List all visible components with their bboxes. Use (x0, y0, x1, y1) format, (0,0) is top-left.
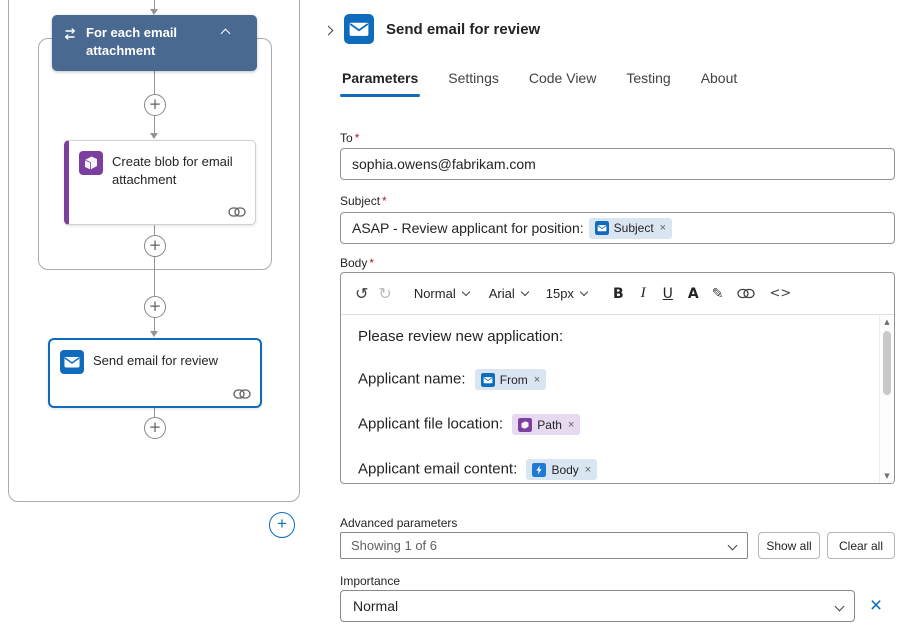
connector-line (154, 408, 155, 417)
body-line: Applicant email content: Body × (358, 459, 864, 480)
remove-importance-button[interactable]: × (864, 595, 888, 619)
collapse-chevron-icon[interactable] (221, 29, 231, 39)
connector-line (154, 71, 155, 94)
insert-step-button[interactable]: + (144, 235, 166, 257)
add-action-button[interactable]: + (269, 512, 295, 538)
power-automate-designer: For each email attachment + Create blob … (0, 0, 900, 630)
create-blob-card[interactable]: Create blob for email attachment (64, 140, 256, 225)
insert-step-button[interactable]: + (144, 417, 166, 439)
remove-token-icon[interactable]: × (568, 419, 574, 431)
tab-settings[interactable]: Settings (446, 66, 501, 97)
subject-text: ASAP - Review applicant for position: (352, 220, 584, 236)
body-line: Applicant name: From × (358, 369, 864, 390)
send-email-card[interactable]: Send email for review (48, 338, 262, 408)
token-label: From (500, 373, 528, 387)
for-each-card-title: For each email attachment (86, 24, 216, 60)
connection-link-icon (228, 207, 246, 217)
rich-text-toolbar: ↺ ↻ Normal Arial 15px B I U A ✎ (341, 273, 894, 315)
connector-line (154, 318, 155, 332)
panel-title: Send email for review (386, 21, 540, 38)
subject-token[interactable]: Subject × (589, 218, 672, 239)
blob-storage-icon (518, 418, 532, 432)
font-family-dropdown[interactable]: Arial (489, 286, 528, 301)
create-blob-card-title: Create blob for email attachment (112, 151, 245, 189)
to-input[interactable] (340, 148, 895, 180)
outlook-icon (595, 221, 609, 235)
chevron-down-icon (728, 541, 738, 551)
token-label: Subject (614, 221, 654, 235)
chevron-down-icon (835, 601, 845, 611)
scrollbar-thumb[interactable] (883, 331, 891, 395)
required-asterisk: * (382, 194, 387, 208)
tab-code-view[interactable]: Code View (527, 66, 598, 97)
action-details-panel: Send email for review Parameters Setting… (310, 0, 900, 630)
path-token[interactable]: Path × (512, 414, 580, 435)
importance-label: Importance (340, 574, 400, 588)
outlook-icon (481, 373, 495, 387)
code-view-button[interactable]: <> (769, 286, 791, 301)
for-each-card[interactable]: For each email attachment (52, 15, 257, 71)
from-token[interactable]: From × (475, 369, 546, 390)
body-editor-content[interactable]: Please review new application: Applicant… (341, 315, 894, 484)
body-line: Applicant file location: Path × (358, 414, 864, 435)
remove-token-icon[interactable]: × (660, 222, 666, 234)
importance-dropdown[interactable]: Normal (340, 590, 855, 622)
scroll-down-icon[interactable]: ▼ (880, 469, 894, 483)
connector-line (154, 270, 155, 296)
flow-bolt-icon (532, 463, 546, 477)
connector-line (154, 116, 155, 133)
scrollbar[interactable]: ▲ ▼ (879, 315, 894, 483)
italic-button[interactable]: I (641, 285, 646, 302)
blob-storage-icon (79, 151, 103, 175)
link-button[interactable] (737, 288, 755, 299)
scroll-up-icon[interactable]: ▲ (880, 315, 894, 329)
flow-canvas: For each email attachment + Create blob … (0, 0, 310, 630)
chevron-right-icon (323, 25, 333, 35)
show-all-button[interactable]: Show all (758, 532, 820, 559)
token-label: Body (551, 463, 578, 477)
loop-icon (62, 26, 78, 42)
send-email-card-title: Send email for review (93, 350, 218, 370)
insert-step-button[interactable]: + (144, 94, 166, 116)
font-color-button[interactable]: A (688, 286, 699, 302)
font-size-dropdown[interactable]: 15px (546, 286, 587, 301)
subject-input[interactable]: ASAP - Review applicant for position: Su… (340, 212, 895, 244)
remove-token-icon[interactable]: × (585, 464, 591, 476)
connector-line (154, 225, 155, 235)
text-style-dropdown[interactable]: Normal (414, 286, 469, 301)
tab-testing[interactable]: Testing (624, 66, 672, 97)
subject-label: Subject* (340, 194, 387, 208)
collapse-panel-button[interactable] (316, 18, 340, 42)
advanced-parameters-label: Advanced parameters (340, 516, 457, 530)
required-asterisk: * (369, 256, 374, 270)
tab-parameters[interactable]: Parameters (340, 66, 420, 97)
underline-button[interactable]: U (663, 286, 673, 302)
panel-tabs: Parameters Settings Code View Testing Ab… (340, 66, 739, 97)
connector-arrow (150, 133, 158, 139)
connector-arrow (150, 331, 158, 337)
clear-all-button[interactable]: Clear all (827, 532, 895, 559)
body-line: Please review new application: (358, 328, 864, 345)
undo-button[interactable]: ↺ (355, 284, 368, 303)
advanced-parameters-dropdown[interactable]: Showing 1 of 6 (340, 532, 748, 559)
connection-link-icon (233, 389, 251, 399)
body-token[interactable]: Body × (526, 459, 597, 480)
redo-button[interactable]: ↻ (378, 284, 391, 303)
tab-about[interactable]: About (699, 66, 740, 97)
token-label: Path (537, 418, 562, 432)
chevron-down-icon (520, 288, 528, 296)
chevron-down-icon (461, 288, 469, 296)
required-asterisk: * (355, 131, 360, 145)
chevron-down-icon (580, 288, 588, 296)
bold-button[interactable]: B (613, 286, 624, 302)
outlook-icon (344, 14, 374, 44)
body-editor[interactable]: ↺ ↻ Normal Arial 15px B I U A ✎ (340, 272, 895, 484)
highlight-button[interactable]: ✎ (712, 286, 724, 302)
outlook-icon (60, 350, 84, 374)
remove-token-icon[interactable]: × (534, 374, 540, 386)
to-label: To* (340, 131, 359, 145)
connector-line (154, 257, 155, 270)
body-label: Body* (340, 256, 374, 270)
insert-step-button[interactable]: + (144, 296, 166, 318)
